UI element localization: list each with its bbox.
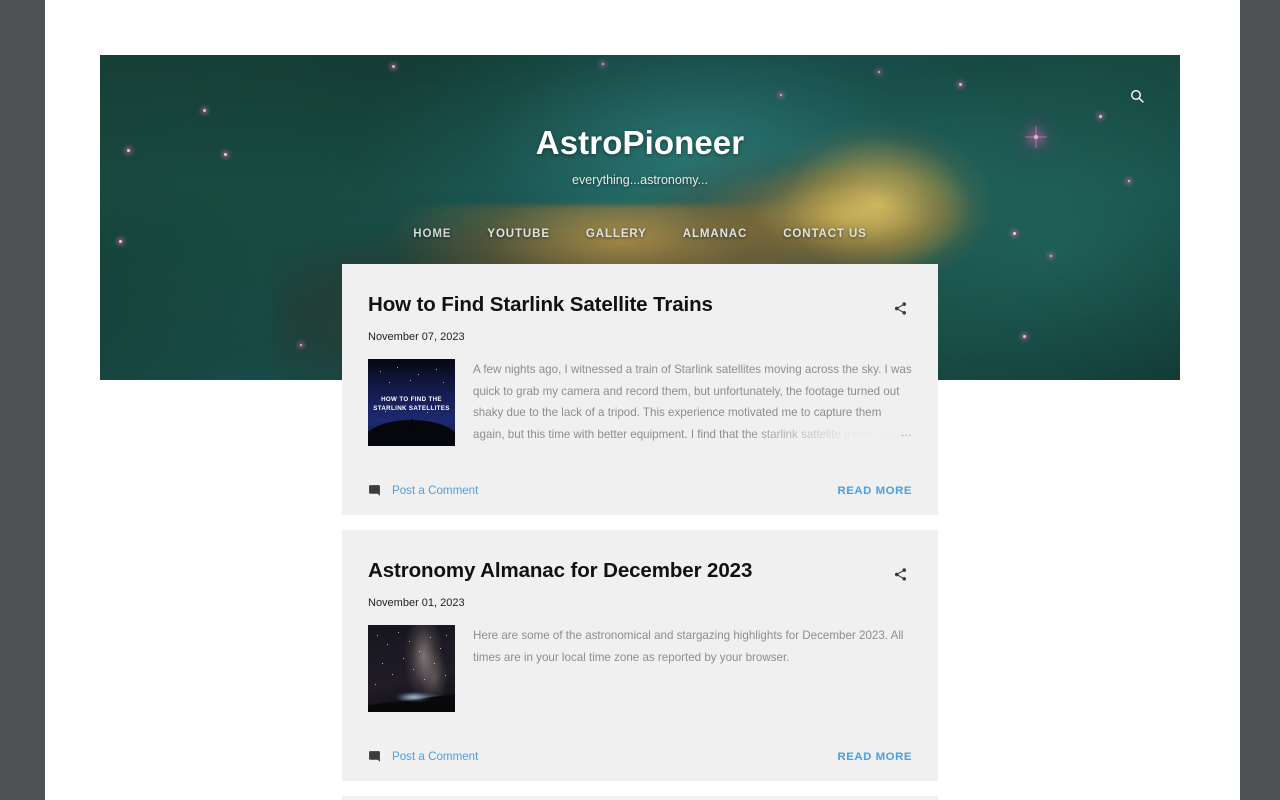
post-card: Astronomy Almanac for November 2023 (342, 796, 938, 800)
page-title[interactable]: AstroPioneer (100, 123, 1180, 163)
comment-icon (369, 485, 380, 496)
blog-tagline: everything...astronomy... (572, 173, 708, 187)
nav-item-almanac[interactable]: ALMANAC (665, 222, 765, 246)
search-icon[interactable] (1124, 83, 1150, 109)
post-snippet-text: Here are some of the astronomical and st… (473, 629, 904, 664)
post-header: How to Find Starlink Satellite Trains (368, 292, 912, 320)
post-snippet-text: A few nights ago, I witnessed a train of… (473, 363, 912, 441)
share-icon[interactable] (888, 562, 912, 586)
post-title[interactable]: Astronomy Almanac for December 2023 (368, 558, 752, 584)
post-snippet[interactable]: Here are some of the astronomical and st… (473, 625, 912, 712)
thumbnail-caption-line-2: STARLINK SATELLITES (373, 405, 450, 412)
post-thumbnail-caption: HOW TO FIND THE STARLINK SATELLITES (368, 395, 455, 413)
post-body: HOW TO FIND THE STARLINK SATELLITES A fe… (368, 359, 912, 446)
read-more-link[interactable]: READ MORE (837, 485, 912, 497)
post-card: Astronomy Almanac for December 2023 Nove… (342, 530, 938, 781)
post-comment-link[interactable]: Post a Comment (368, 750, 478, 763)
post-date[interactable]: November 07, 2023 (368, 331, 912, 343)
person-silhouette (410, 419, 413, 428)
read-more-link[interactable]: READ MORE (837, 751, 912, 763)
post-date[interactable]: November 01, 2023 (368, 597, 912, 609)
post-thumbnail[interactable] (368, 625, 455, 712)
nav-item-youtube[interactable]: YOUTUBE (469, 222, 568, 246)
post-title[interactable]: How to Find Starlink Satellite Trains (368, 292, 713, 318)
blog-title-block: AstroPioneer everything...astronomy... (100, 123, 1180, 187)
nav-item-home[interactable]: HOME (395, 222, 469, 246)
main-navigation: HOME YOUTUBE GALLERY ALMANAC CONTACT US (100, 222, 1180, 246)
browser-page-sheet: AstroPioneer everything...astronomy... H… (45, 0, 1240, 800)
post-card: How to Find Starlink Satellite Trains No… (342, 264, 938, 515)
share-icon[interactable] (888, 296, 912, 320)
post-footer: Post a Comment READ MORE (368, 736, 912, 781)
snippet-ellipsis: … (900, 425, 912, 439)
post-footer: Post a Comment READ MORE (368, 470, 912, 515)
post-snippet[interactable]: A few nights ago, I witnessed a train of… (473, 359, 912, 445)
post-list: How to Find Starlink Satellite Trains No… (342, 264, 938, 800)
nav-item-contact-us[interactable]: CONTACT US (765, 222, 885, 246)
post-header: Astronomy Almanac for December 2023 (368, 558, 912, 586)
comment-label: Post a Comment (392, 484, 479, 497)
comment-icon (369, 751, 380, 762)
light-glow (396, 692, 431, 702)
post-body: Here are some of the astronomical and st… (368, 625, 912, 712)
post-comment-link[interactable]: Post a Comment (368, 484, 478, 497)
comment-label: Post a Comment (392, 750, 479, 763)
thumbnail-caption-line-1: HOW TO FIND THE (381, 396, 442, 403)
nav-item-gallery[interactable]: GALLERY (568, 222, 665, 246)
post-thumbnail[interactable]: HOW TO FIND THE STARLINK SATELLITES (368, 359, 455, 446)
